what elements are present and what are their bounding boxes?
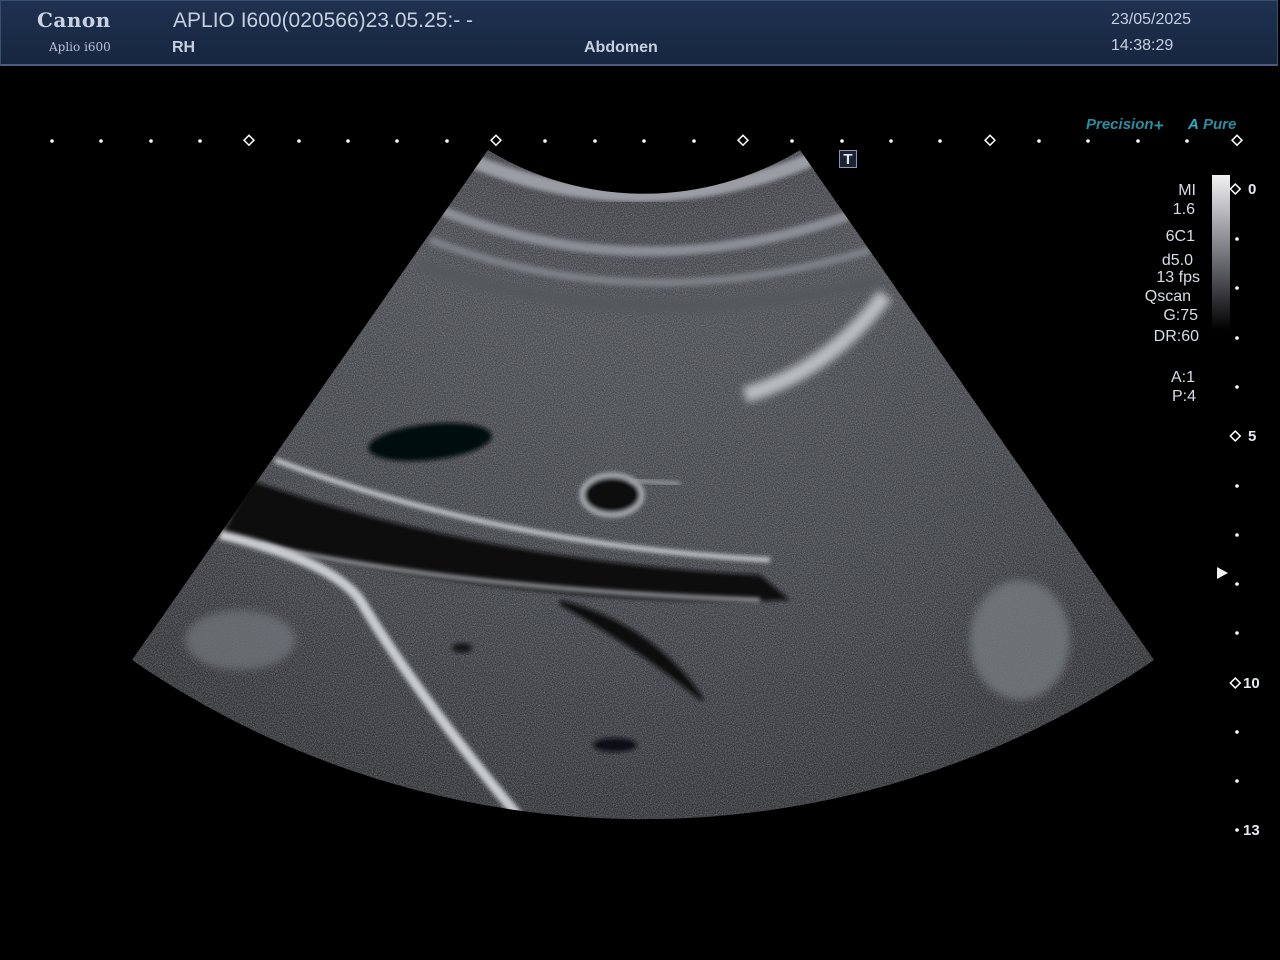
probe-label: 6C1 [1165,228,1195,245]
focus-marker-icon[interactable] [1217,567,1228,579]
depth-scale [1229,182,1242,832]
depth-label-10: 10 [1243,675,1260,692]
tgc-marker-icon: T [839,150,857,168]
mi-label: MI [1178,182,1196,199]
gain-value: G:75 [1163,307,1198,324]
scan-mode: Qscan [1144,288,1191,305]
persistence-value: P:4 [1171,388,1196,405]
depth-label-13: 13 [1243,822,1260,839]
depth-label-0: 0 [1248,181,1257,198]
frame-rate: 13 fps [1156,269,1200,286]
lateral-scale [50,134,1244,147]
acoustic-value: A:1 [1170,369,1195,386]
ultrasound-screen: Canon Aplio i600 APLIO I600(020566)23.05… [0,0,1280,960]
depth-setting: d5.0 [1161,252,1193,269]
dynamic-range: DR:60 [1153,328,1199,345]
ultrasound-image [50,134,1244,832]
mi-value: 1.6 [1172,201,1195,218]
precision-plus-label: Precision+ [1086,116,1164,135]
depth-label-5: 5 [1248,428,1257,445]
grayscale-bar [1212,175,1230,330]
apure-label: A Pure [1188,116,1237,133]
